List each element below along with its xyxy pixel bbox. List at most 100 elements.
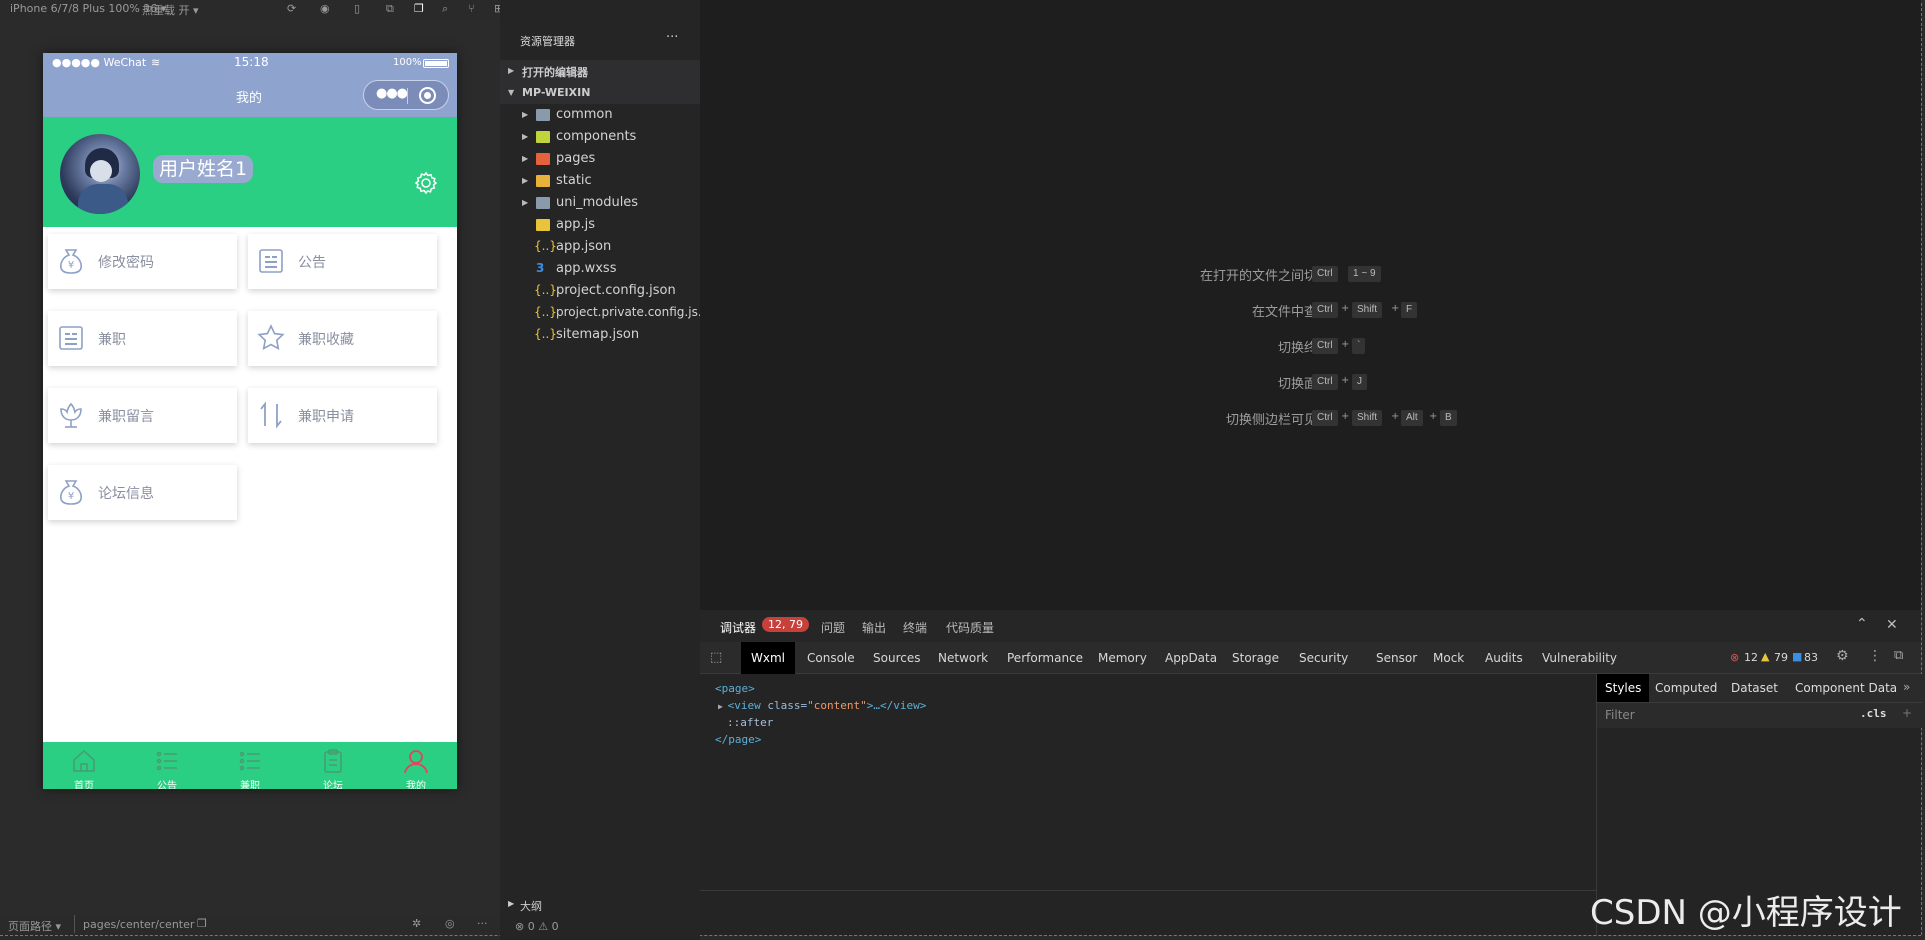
- tab-appdata[interactable]: AppData: [1155, 642, 1227, 674]
- inspect-icon[interactable]: ⬚: [710, 650, 722, 665]
- problems-counter[interactable]: ⊗ 0 ⚠ 0: [515, 920, 559, 933]
- key-cap: F: [1401, 302, 1418, 318]
- tree-item-pages[interactable]: ▶ pages: [500, 148, 700, 170]
- tab-memory[interactable]: Memory: [1088, 642, 1157, 674]
- tab-computed[interactable]: Computed: [1647, 674, 1725, 702]
- battery-label: 100%: [393, 57, 422, 68]
- chevron-right-icon[interactable]: »: [1903, 680, 1910, 694]
- open-editors-section[interactable]: ▶ 打开的编辑器: [500, 60, 700, 82]
- more-dots-icon[interactable]: ···: [477, 917, 488, 930]
- tab-forum[interactable]: 论坛: [292, 742, 374, 789]
- add-rule-icon[interactable]: +: [1902, 706, 1912, 720]
- tree-item-static[interactable]: ▶ static: [500, 170, 700, 192]
- tab-storage[interactable]: Storage: [1222, 642, 1289, 674]
- tab-console[interactable]: Console: [797, 642, 865, 674]
- clock: 15:18: [234, 55, 269, 69]
- styles-tabs: Styles Computed Dataset Component Data »: [1597, 674, 1922, 702]
- window-icon[interactable]: ⧉: [386, 2, 394, 16]
- tab-audits[interactable]: Audits: [1475, 642, 1533, 674]
- tab-part-time[interactable]: 兼职: [209, 742, 291, 789]
- project-section[interactable]: ▼ MP-WEIXIN: [500, 82, 700, 104]
- explorer-title: 资源管理器: [520, 35, 575, 48]
- wxml-page-open[interactable]: <page>: [715, 682, 755, 695]
- info-count[interactable]: 83: [1804, 651, 1818, 664]
- eye-icon[interactable]: ◎: [445, 917, 455, 930]
- warning-count[interactable]: 79: [1774, 651, 1788, 664]
- settings-gear-icon[interactable]: ⚙: [1836, 648, 1849, 664]
- tab-network[interactable]: Network: [928, 642, 998, 674]
- dock-icon[interactable]: ⧉: [1894, 648, 1903, 663]
- wxml-tree: <page> ▶ <view class="content">…</view> …: [700, 674, 1596, 894]
- wxml-after-node[interactable]: ::after: [727, 716, 773, 729]
- wxml-view-node[interactable]: ▶ <view class="content">…</view>: [718, 699, 926, 712]
- collapse-icon[interactable]: ⌃: [1856, 616, 1868, 632]
- hot-reload-toggle[interactable]: 热重载 开 ▾: [142, 2, 199, 18]
- tree-item-uni-modules[interactable]: ▶ uni_modules: [500, 192, 700, 214]
- menu-label: 修改密码: [98, 255, 154, 271]
- menu-card-part-time[interactable]: 兼职: [48, 311, 237, 366]
- tree-item-common[interactable]: ▶ common: [500, 104, 700, 126]
- filter-input[interactable]: Filter: [1605, 708, 1635, 722]
- tab-label: 论坛: [323, 781, 343, 789]
- menu-card-change-password[interactable]: ¥ 修改密码: [48, 234, 237, 289]
- tab-problems[interactable]: 问题: [821, 619, 845, 636]
- cls-button[interactable]: .cls: [1860, 707, 1887, 720]
- tree-item-project-private-config[interactable]: {..} project.private.config.js...: [500, 302, 709, 324]
- copy-path-icon[interactable]: ❐: [197, 917, 207, 930]
- phone-icon[interactable]: ▯: [354, 2, 360, 15]
- tree-item-project-config[interactable]: {..} project.config.json: [500, 280, 700, 302]
- outline-section[interactable]: ▶ 大纲: [500, 895, 700, 915]
- error-count[interactable]: 12: [1744, 651, 1758, 664]
- tab-security[interactable]: Security: [1289, 642, 1358, 674]
- shortcut-label: 在文件中查找: [1251, 305, 1330, 320]
- close-target-icon[interactable]: [419, 87, 436, 104]
- explorer-more-button[interactable]: ···: [666, 30, 678, 45]
- tree-item-sitemap[interactable]: {..} sitemap.json: [500, 324, 700, 346]
- tab-sources[interactable]: Sources: [863, 642, 930, 674]
- tab-wxml[interactable]: Wxml: [741, 642, 795, 674]
- tab-notice[interactable]: 公告: [126, 742, 208, 789]
- tree-item-app-wxss[interactable]: 3 app.wxss: [500, 258, 700, 280]
- kebab-menu-icon[interactable]: ⋮: [1868, 648, 1882, 664]
- search-icon[interactable]: ⌕: [442, 2, 448, 16]
- avatar[interactable]: [60, 134, 140, 214]
- menu-card-favorites[interactable]: 兼职收藏: [248, 311, 437, 366]
- tab-terminal[interactable]: 终端: [903, 619, 927, 636]
- tab-home[interactable]: 首页: [43, 742, 125, 789]
- tab-label: 兼职: [240, 781, 260, 789]
- tab-output[interactable]: 输出: [862, 619, 886, 636]
- page-path-select[interactable]: 页面路径 ▾: [8, 918, 61, 934]
- key-cap: Ctrl: [1312, 338, 1338, 354]
- bug-icon[interactable]: ✲: [412, 917, 421, 930]
- refresh-icon[interactable]: ⟳: [287, 2, 296, 15]
- tab-mine[interactable]: 我的: [375, 742, 457, 789]
- tab-mock[interactable]: Mock: [1423, 642, 1474, 674]
- close-icon[interactable]: ✕: [1886, 617, 1898, 633]
- tab-sensor[interactable]: Sensor: [1366, 642, 1427, 674]
- tab-component-data[interactable]: Component Data: [1787, 674, 1905, 702]
- menu-card-notice[interactable]: 公告: [248, 234, 437, 289]
- tree-item-app-js[interactable]: app.js: [500, 214, 700, 236]
- menu-card-forum[interactable]: ¥ 论坛信息: [48, 465, 237, 520]
- tab-debugger[interactable]: 调试器: [720, 619, 756, 636]
- tab-code-quality[interactable]: 代码质量: [946, 619, 994, 636]
- tab-performance[interactable]: Performance: [997, 642, 1093, 674]
- tab-dataset[interactable]: Dataset: [1723, 674, 1786, 702]
- key-cap: Shift: [1352, 302, 1383, 318]
- devtools-tabs: ⬚ Wxml Console Sources Network Performan…: [700, 642, 1921, 674]
- wxml-page-close[interactable]: </page>: [715, 733, 761, 746]
- tree-item-app-json[interactable]: {..} app.json: [500, 236, 700, 258]
- tree-item-components[interactable]: ▶ components: [500, 126, 700, 148]
- menu-card-messages[interactable]: 兼职留言: [48, 388, 237, 443]
- copy-icon[interactable]: ❐: [414, 2, 424, 15]
- tab-vulnerability[interactable]: Vulnerability: [1532, 642, 1627, 674]
- css-file-icon: 3: [536, 261, 545, 275]
- more-icon[interactable]: ●●●: [376, 86, 408, 101]
- money-bag-icon: ¥: [60, 249, 82, 274]
- menu-card-applications[interactable]: 兼职申请: [248, 388, 437, 443]
- gear-icon[interactable]: [414, 171, 438, 195]
- tab-styles[interactable]: Styles: [1597, 674, 1650, 702]
- record-icon[interactable]: ◉: [320, 2, 330, 15]
- branch-icon[interactable]: ⑂: [468, 2, 475, 15]
- status-bar: 页面路径 ▾ pages/center/center ❐ ✲ ◎ ···: [0, 915, 500, 935]
